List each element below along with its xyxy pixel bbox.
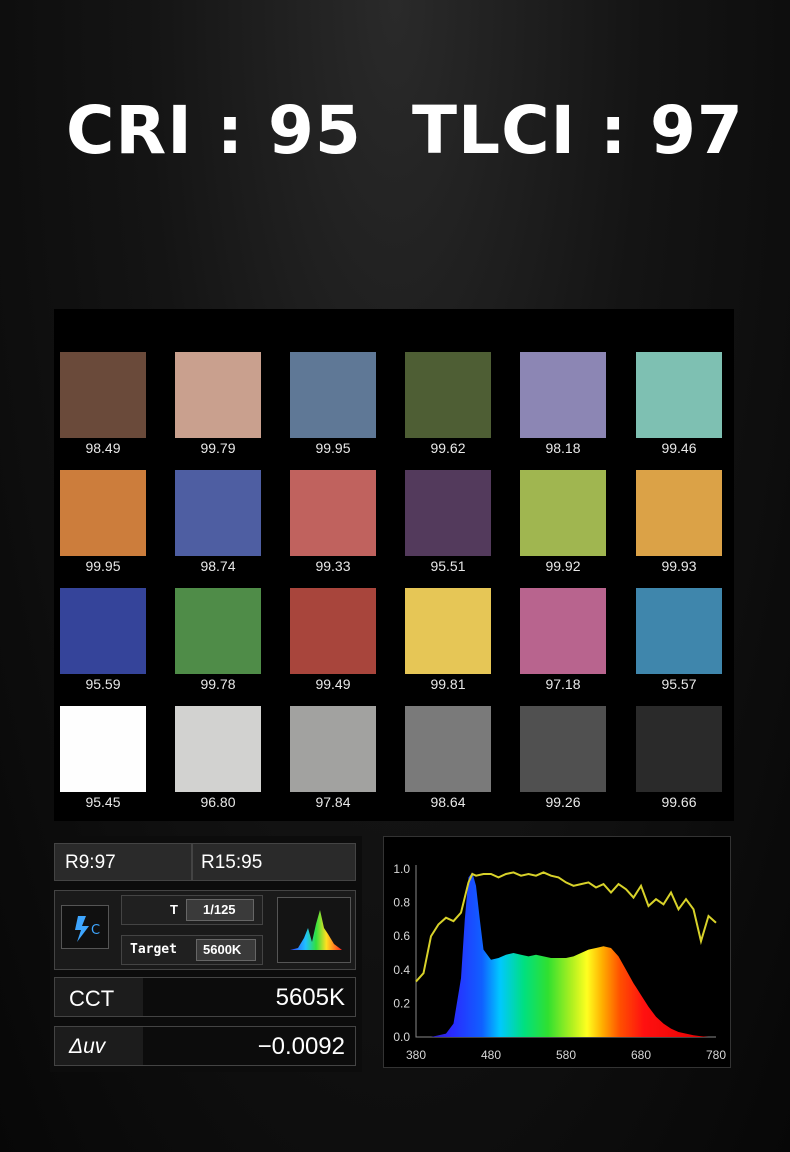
x-tick-label: 380 [406, 1048, 426, 1062]
color-patch [405, 706, 491, 792]
spectrum-chart: 380 480 580 680 780 0.0 0.2 0.4 0.6 0.8 1.0 [383, 836, 731, 1068]
patch-score: 98.64 [430, 794, 466, 810]
y-tick-label: 0.2 [393, 996, 410, 1010]
y-tick-label: 0.6 [393, 929, 410, 943]
patch-score: 95.51 [430, 558, 466, 574]
color-patch [175, 706, 261, 792]
shutter-value: 1/125 [203, 902, 236, 917]
color-patch [175, 588, 261, 674]
spd-area-series [416, 872, 716, 1037]
spd-area [416, 872, 716, 1037]
color-patch [60, 470, 146, 556]
x-tick-label: 680 [631, 1048, 651, 1062]
patch-score: 96.80 [200, 794, 236, 810]
color-patch [405, 352, 491, 438]
patch-score: 95.59 [85, 676, 121, 692]
patch-score: 99.95 [85, 558, 121, 574]
cct-row: CCT 5605K [54, 977, 356, 1017]
patch-score: 99.26 [545, 794, 581, 810]
r15-cell: R15:95 [192, 843, 356, 881]
patch-score: 99.79 [200, 440, 236, 456]
y-tick-label: 0.8 [393, 896, 410, 910]
shutter-cell: T 1/125 [121, 895, 263, 925]
x-tick-label: 780 [706, 1048, 726, 1062]
tlci-value: 97 [650, 92, 744, 169]
color-patch [636, 352, 722, 438]
patch-score: 95.45 [85, 794, 121, 810]
patch-score: 98.49 [85, 440, 121, 456]
spectrum-thumbnail-icon[interactable] [277, 897, 351, 963]
patch-score: 99.49 [315, 676, 351, 692]
r15-label: R15:95 [201, 852, 263, 873]
color-patch [636, 706, 722, 792]
color-patch [405, 470, 491, 556]
patch-score: 99.62 [430, 440, 466, 456]
target-cell: Target 5600K [121, 935, 263, 965]
headline: CRI : 95 TLCI : 97 [0, 92, 790, 172]
patch-score: 99.66 [661, 794, 697, 810]
color-patch [520, 352, 606, 438]
color-patch [520, 470, 606, 556]
color-checker: 98.49 99.79 99.95 99.62 98.18 99.46 99.95 98.74… [54, 309, 734, 821]
color-patch [520, 588, 606, 674]
svg-text:C: C [91, 923, 100, 938]
color-patch [175, 470, 261, 556]
y-tick-label: 1.0 [393, 862, 410, 876]
color-patch [290, 588, 376, 674]
duv-label: Δuv [69, 1035, 106, 1058]
patch-score: 99.81 [430, 676, 466, 692]
cct-value: 5605K [275, 984, 345, 1011]
light-meter-panel: R9:97 R15:95 C T 1/125 Target 5600K CCT … [50, 836, 362, 1072]
patch-score: 95.57 [661, 676, 697, 692]
cri-label: CRI : [66, 92, 245, 169]
color-patch [175, 352, 261, 438]
cri-value: 95 [268, 92, 362, 169]
color-patch [520, 706, 606, 792]
patch-score: 99.78 [200, 676, 236, 692]
y-tick-label: 0.4 [393, 963, 410, 977]
cct-label: CCT [69, 986, 115, 1011]
patch-score: 97.84 [315, 794, 351, 810]
spectrum-plot: 380 480 580 680 780 0.0 0.2 0.4 0.6 0.8 1.0 [393, 862, 726, 1062]
color-patch [636, 470, 722, 556]
color-patch [290, 470, 376, 556]
x-tick-label: 580 [556, 1048, 576, 1062]
shutter-label: T [170, 902, 178, 917]
patch-score: 98.74 [200, 558, 236, 574]
r9-label: R9:97 [65, 852, 116, 873]
patch-score: 99.46 [661, 440, 697, 456]
color-patch [60, 352, 146, 438]
color-patch [405, 588, 491, 674]
duv-value-box: −0.0092 [143, 1027, 355, 1065]
target-value: 5600K [203, 942, 242, 957]
y-tick-label: 0.0 [393, 1030, 410, 1044]
patch-score: 98.18 [545, 440, 581, 456]
color-patch [290, 352, 376, 438]
color-patch [290, 706, 376, 792]
patch-score: 99.33 [315, 558, 351, 574]
shutter-value-box: 1/125 [186, 899, 254, 921]
settings-block: C T 1/125 Target 5600K [54, 890, 356, 970]
patch-score: 99.95 [315, 440, 351, 456]
patch-score: 99.92 [545, 558, 581, 574]
duv-value: −0.0092 [257, 1033, 345, 1060]
x-tick-label: 480 [481, 1048, 501, 1062]
flash-c-icon[interactable]: C [61, 905, 109, 949]
patch-score: 97.18 [545, 676, 581, 692]
color-patch [60, 706, 146, 792]
target-label: Target [130, 942, 177, 957]
color-patch [60, 588, 146, 674]
r9-cell: R9:97 [54, 843, 192, 881]
target-value-box: 5600K [196, 939, 256, 961]
duv-row: Δuv −0.0092 [54, 1026, 356, 1066]
tlci-label: TLCI : [412, 92, 628, 169]
color-patch [636, 588, 722, 674]
cct-value-box: 5605K [143, 978, 355, 1016]
patch-score: 99.93 [661, 558, 697, 574]
